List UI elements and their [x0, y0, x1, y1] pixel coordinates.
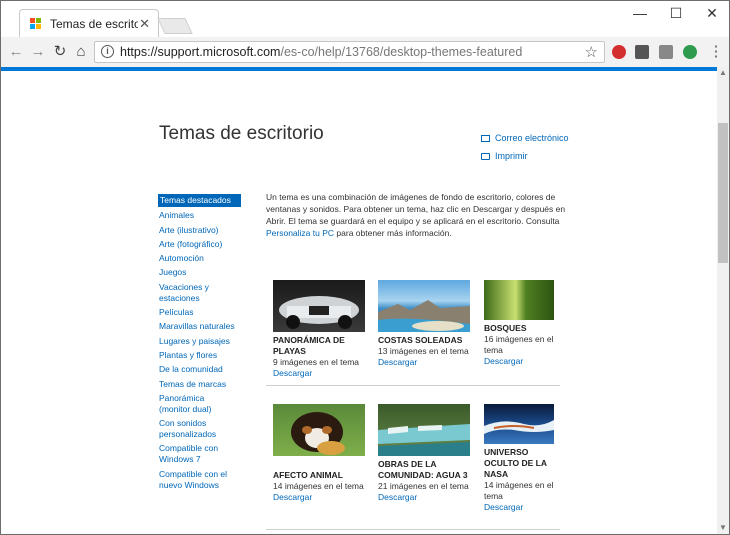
nav-item[interactable]: Películas	[159, 307, 241, 318]
scroll-up-icon[interactable]: ▲	[717, 67, 729, 79]
info-icon[interactable]: i	[101, 45, 114, 58]
nav-item[interactable]: Plantas y flores	[159, 350, 241, 361]
theme-thumbnail[interactable]	[273, 280, 365, 332]
scrollbar-thumb[interactable]	[718, 123, 728, 263]
theme-card: Bosques 16 imágenes en el tema Descargar	[484, 280, 554, 367]
tab-strip: Temas de escritorio destacados ✕ — ☐ ✕	[1, 1, 729, 37]
close-window-button[interactable]: ✕	[701, 5, 723, 23]
email-link[interactable]: Correo electrónico	[481, 133, 569, 143]
menu-icon[interactable]: ⋮	[707, 43, 725, 61]
scrollbar[interactable]: ▲ ▼	[717, 67, 729, 534]
new-tab-button[interactable]	[157, 18, 193, 34]
browser-window: Temas de escritorio destacados ✕ — ☐ ✕ ←…	[0, 0, 730, 535]
minimize-button[interactable]: —	[629, 5, 651, 23]
nav-item[interactable]: Con sonidos personalizados	[159, 418, 221, 440]
theme-thumbnail[interactable]	[484, 404, 554, 444]
tabs-icon[interactable]	[659, 45, 673, 59]
nav-item[interactable]: Lugares y paisajes	[159, 336, 241, 347]
row-divider	[266, 529, 560, 530]
page-title: Temas de escritorio	[159, 123, 324, 144]
download-link[interactable]: Descargar	[484, 356, 554, 367]
nav-item[interactable]: Temas de marcas	[159, 379, 241, 390]
reload-icon[interactable]: ↻	[51, 43, 69, 61]
browser-tab[interactable]: Temas de escritorio destacados ✕	[19, 9, 159, 37]
cast-icon[interactable]	[635, 45, 649, 59]
nav-item[interactable]: Vacaciones y estaciones	[159, 282, 219, 304]
adblock-icon[interactable]	[612, 45, 626, 59]
nav-item[interactable]: Animales	[159, 210, 241, 221]
nav-item[interactable]: De la comunidad	[159, 364, 241, 375]
forward-arrow-icon[interactable]: →	[29, 43, 47, 61]
download-link[interactable]: Descargar	[273, 368, 365, 379]
maximize-button[interactable]: ☐	[665, 5, 687, 23]
tab-close-icon[interactable]: ✕	[139, 16, 150, 32]
row-divider	[266, 385, 560, 386]
scroll-down-icon[interactable]: ▼	[717, 522, 729, 534]
theme-thumbnail[interactable]	[378, 404, 470, 456]
download-link[interactable]: Descargar	[273, 492, 365, 503]
nav-item[interactable]: Compatible con Windows 7	[159, 443, 221, 465]
theme-card: Afecto animal 14 imágenes en el tema Des…	[273, 404, 365, 503]
theme-card: Panorámica de playas 9 imágenes en el te…	[273, 280, 365, 379]
address-bar[interactable]: i https://support.microsoft.com/es-co/he…	[94, 41, 605, 63]
intro-paragraph: Un tema es una combinación de imágenes d…	[266, 192, 566, 238]
nav-item-featured[interactable]: Temas destacados	[158, 194, 241, 207]
nav-item[interactable]: Arte (fotográfico)	[159, 239, 241, 250]
microsoft-logo-icon	[30, 18, 42, 30]
theme-thumbnail[interactable]	[378, 280, 470, 332]
nav-item[interactable]: Automoción	[159, 253, 241, 264]
page-content: Temas de escritorio Correo electrónico I…	[1, 71, 717, 534]
nav-item[interactable]: Compatible con el nuevo Windows	[159, 469, 231, 491]
theme-card: Obras de la comunidad: Agua 3 21 imágene…	[378, 404, 470, 503]
personalize-link[interactable]: Personaliza tu PC	[266, 228, 334, 238]
theme-thumbnail[interactable]	[273, 404, 365, 456]
theme-card: Costas soleadas 13 imágenes en el tema D…	[378, 280, 470, 368]
category-nav: Temas destacados Animales Arte (ilustrat…	[158, 194, 241, 494]
theme-thumbnail[interactable]	[484, 280, 554, 320]
nav-item[interactable]: Arte (ilustrativo)	[159, 225, 241, 236]
url-text: https://support.microsoft.com/es-co/help…	[120, 45, 523, 59]
nav-item[interactable]: Juegos	[159, 267, 241, 278]
theme-card: Universo oculto de la NASA 14 imágenes e…	[484, 404, 554, 513]
download-link[interactable]: Descargar	[378, 357, 470, 368]
print-link[interactable]: Imprimir	[481, 151, 528, 161]
browser-toolbar: ← → ↻ ⌂ i https://support.microsoft.com/…	[1, 37, 729, 68]
back-arrow-icon[interactable]: ←	[7, 43, 25, 61]
account-icon[interactable]	[683, 45, 697, 59]
nav-item[interactable]: Maravillas naturales	[159, 321, 241, 332]
download-link[interactable]: Descargar	[378, 492, 470, 503]
bookmark-star-icon[interactable]: ☆	[585, 43, 598, 61]
printer-icon	[481, 153, 490, 161]
mail-icon	[481, 135, 490, 143]
home-icon[interactable]: ⌂	[72, 43, 90, 61]
download-link[interactable]: Descargar	[484, 502, 554, 513]
nav-item[interactable]: Panorámica (monitor dual)	[159, 393, 214, 415]
tab-title: Temas de escritorio destacados	[50, 17, 138, 31]
